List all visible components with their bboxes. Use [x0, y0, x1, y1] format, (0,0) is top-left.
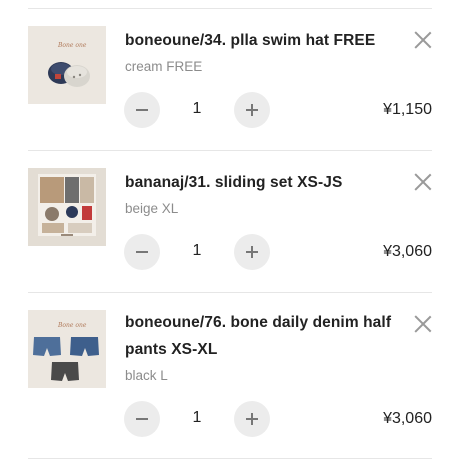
increase-quantity-button[interactable] — [234, 401, 270, 437]
divider — [28, 292, 432, 293]
product-variant: cream FREE — [125, 59, 203, 74]
divider — [28, 150, 432, 151]
product-thumbnail-swim-hat[interactable]: Bone one — [28, 26, 106, 104]
product-title-line-1: boneoune/76. bone daily denim half — [125, 314, 392, 331]
brand-logo-text: Bone one — [57, 322, 87, 329]
product-variant: beige XL — [125, 201, 179, 216]
decrease-quantity-button[interactable] — [124, 92, 160, 128]
denim-pants-image: Bone one — [28, 310, 106, 388]
product-title[interactable]: boneoune/34. plla swim hat FREE — [125, 27, 397, 54]
quantity-value: 1 — [192, 242, 202, 259]
product-thumbnail-denim-pants[interactable]: Bone one — [28, 310, 106, 388]
remove-item-close-icon[interactable] — [413, 314, 433, 334]
quantity-value: 1 — [192, 100, 202, 117]
decrease-quantity-button[interactable] — [124, 234, 160, 270]
swim-hat-image: Bone one — [28, 26, 106, 104]
sliding-set-image — [28, 168, 106, 246]
plus-icon-vertical — [251, 413, 253, 425]
quantity-value: 1 — [192, 409, 202, 426]
remove-item-close-icon[interactable] — [413, 172, 433, 192]
remove-item-close-icon[interactable] — [413, 30, 433, 50]
product-title[interactable]: boneoune/76. bone daily denim half pants… — [125, 309, 397, 363]
plus-icon-vertical — [251, 104, 253, 116]
divider — [28, 458, 432, 459]
product-title-line-2: pants XS-XL — [125, 341, 218, 358]
increase-quantity-button[interactable] — [234, 234, 270, 270]
divider — [28, 8, 432, 9]
plus-icon-vertical — [251, 246, 253, 258]
increase-quantity-button[interactable] — [234, 92, 270, 128]
brand-logo-text: Bone one — [57, 42, 87, 49]
decrease-quantity-button[interactable] — [124, 401, 160, 437]
item-price: ¥3,060 — [383, 410, 432, 427]
minus-icon — [136, 251, 148, 253]
item-price: ¥3,060 — [383, 243, 432, 260]
product-title[interactable]: bananaj/31. sliding set XS-JS — [125, 169, 397, 196]
minus-icon — [136, 418, 148, 420]
product-variant: black L — [125, 368, 168, 383]
cart-list: Bone one boneoune/34. plla swim hat FREE… — [0, 0, 460, 460]
minus-icon — [136, 109, 148, 111]
product-thumbnail-sliding-set[interactable] — [28, 168, 106, 246]
item-price: ¥1,150 — [383, 101, 432, 118]
